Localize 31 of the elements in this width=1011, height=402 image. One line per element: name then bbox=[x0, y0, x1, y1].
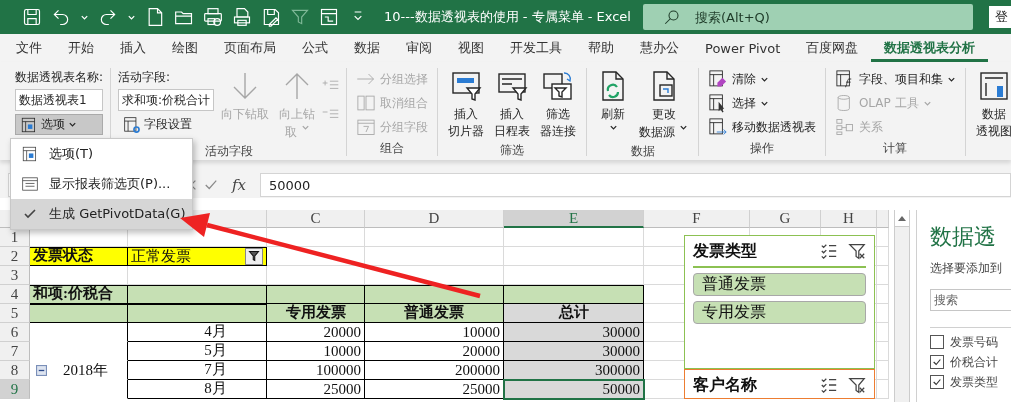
table-cell: 7月 bbox=[128, 361, 267, 380]
table-cell: 30000 bbox=[504, 342, 644, 361]
slicer-title: 发票类型 bbox=[693, 242, 757, 260]
group-label: 数据 bbox=[629, 143, 656, 159]
group-label: 组合 bbox=[379, 140, 406, 156]
field-caption: 数据透视表名称: bbox=[15, 69, 104, 86]
window-title: 10---数据透视表的使用 - 专属菜单 - Excel bbox=[384, 8, 631, 26]
group-label: 活动字段 bbox=[203, 143, 254, 159]
pane-subtitle: 选择要添加到 bbox=[930, 260, 1003, 277]
table-cell: 普通发票 bbox=[365, 304, 504, 323]
table-cell: 5月 bbox=[128, 342, 267, 361]
table-cell: 20000 bbox=[267, 323, 365, 342]
table-cell: 100000 bbox=[267, 361, 365, 380]
table-cell: 发票状态 bbox=[30, 247, 128, 266]
table-cell: 8月 bbox=[128, 380, 267, 399]
table-cell: 和项:价税合 bbox=[30, 285, 128, 304]
group-label: 筛选 bbox=[499, 142, 526, 158]
table-cell: 总计 bbox=[504, 304, 644, 323]
slicer-title: 客户名称 bbox=[693, 376, 757, 394]
field-caption: 活动字段: bbox=[118, 69, 172, 86]
cell-text: 2018年 bbox=[63, 360, 108, 380]
table-cell: 50000 bbox=[504, 380, 644, 399]
group-label: 操作 bbox=[748, 140, 775, 156]
table-cell: 专用发票 bbox=[267, 304, 365, 323]
table-cell: 25000 bbox=[267, 380, 365, 399]
table-cell: 30000 bbox=[504, 323, 644, 342]
group-label: 计算 bbox=[882, 140, 909, 156]
pane-title: 数据透 bbox=[930, 223, 997, 251]
cell-text: 正常发票 bbox=[131, 246, 191, 266]
table-cell: 10000 bbox=[267, 342, 365, 361]
table-cell: 4月 bbox=[128, 323, 267, 342]
